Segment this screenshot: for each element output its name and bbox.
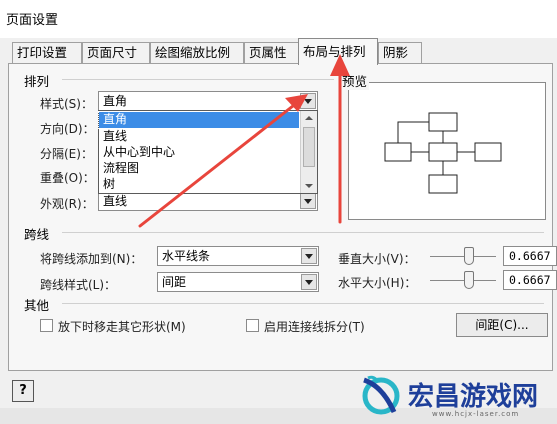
watermark-text: 宏昌游戏网 xyxy=(408,382,539,412)
arrange-section-title: 排列 xyxy=(24,74,50,89)
style-select-value: 直角 xyxy=(103,94,128,108)
flowchart-preview-icon xyxy=(384,112,502,194)
move-on-drop-label: 放下时移走其它形状(M) xyxy=(58,320,186,334)
jump-style-value: 间距 xyxy=(162,275,187,289)
style-label: 样式(S)： xyxy=(40,97,93,111)
tab-page-properties[interactable]: 页属性 xyxy=(244,42,300,64)
other-divider xyxy=(62,303,544,304)
style-option[interactable]: 树 xyxy=(99,177,299,193)
appearance-select-value: 直线 xyxy=(103,194,128,208)
tab-layout-routing[interactable]: 布局与排列 xyxy=(298,38,378,65)
help-icon: ? xyxy=(19,383,27,398)
jump-section-title: 跨线 xyxy=(24,227,50,242)
tab-drawing-scale[interactable]: 绘图缩放比例 xyxy=(150,42,244,64)
chevron-down-icon[interactable] xyxy=(301,248,317,264)
appearance-label: 外观(R)： xyxy=(40,197,94,211)
horizontal-size-label: 水平大小(H)： xyxy=(338,276,417,290)
jump-add-to-value: 水平线条 xyxy=(162,249,211,263)
style-select[interactable]: 直角 xyxy=(98,91,318,111)
chevron-down-icon[interactable] xyxy=(301,274,317,290)
chevron-down-icon[interactable] xyxy=(300,193,316,209)
watermark-logo-icon xyxy=(358,372,404,418)
scroll-thumb[interactable] xyxy=(303,127,315,167)
vertical-size-input[interactable]: 0.6667 xyxy=(503,246,557,266)
move-on-drop-checkbox[interactable] xyxy=(40,319,53,332)
jump-style-label: 跨线样式(L)： xyxy=(40,278,117,292)
jump-add-to-select[interactable]: 水平线条 xyxy=(157,246,319,266)
style-option[interactable]: 从中心到中心 xyxy=(99,145,299,161)
help-button[interactable]: ? xyxy=(12,380,34,402)
layout-preview xyxy=(348,82,546,220)
dropdown-scrollbar[interactable] xyxy=(300,111,317,193)
preview-title: 预览 xyxy=(340,71,370,90)
horizontal-size-input[interactable]: 0.6667 xyxy=(503,270,557,290)
style-dropdown-list: 直角 直线 从中心到中心 流程图 树 xyxy=(98,110,318,194)
watermark-url: www.hcjx-laser.com xyxy=(432,410,520,418)
split-connectors-checkbox[interactable] xyxy=(246,319,259,332)
vertical-size-slider-thumb[interactable] xyxy=(464,247,474,265)
arrange-divider xyxy=(62,79,334,80)
overlap-label: 重叠(O)： xyxy=(40,171,95,185)
style-option[interactable]: 直角 xyxy=(98,111,300,129)
scroll-down-icon[interactable] xyxy=(301,179,317,193)
chevron-down-icon[interactable] xyxy=(300,93,316,109)
style-option[interactable]: 直线 xyxy=(99,129,299,145)
direction-label: 方向(D)： xyxy=(40,122,95,136)
vertical-size-slider[interactable] xyxy=(430,256,496,257)
title-bar: 页面设置 xyxy=(0,0,557,38)
tab-strip: 打印设置 页面尺寸 绘图缩放比例 页属性 布局与排列 阴影 xyxy=(12,38,432,65)
window-title: 页面设置 xyxy=(6,13,59,28)
spacing-button[interactable]: 间距(C)... xyxy=(456,313,548,337)
tab-page-size[interactable]: 页面尺寸 xyxy=(82,42,150,64)
jump-style-select[interactable]: 间距 xyxy=(157,272,319,292)
vertical-size-label: 垂直大小(V)： xyxy=(338,252,416,266)
separation-label: 分隔(E)： xyxy=(40,147,93,161)
appearance-select[interactable]: 直线 xyxy=(98,191,318,211)
tab-shadows[interactable]: 阴影 xyxy=(378,42,422,64)
style-option[interactable]: 流程图 xyxy=(99,161,299,177)
horizontal-size-slider-thumb[interactable] xyxy=(464,271,474,289)
scroll-up-icon[interactable] xyxy=(301,111,317,125)
jump-add-to-label: 将跨线添加到(N)： xyxy=(40,252,143,266)
jump-divider xyxy=(62,232,544,233)
tab-print-setup[interactable]: 打印设置 xyxy=(12,42,82,64)
split-connectors-label: 启用连接线拆分(T) xyxy=(264,320,365,334)
other-section-title: 其他 xyxy=(24,298,50,313)
horizontal-size-slider[interactable] xyxy=(430,280,496,281)
